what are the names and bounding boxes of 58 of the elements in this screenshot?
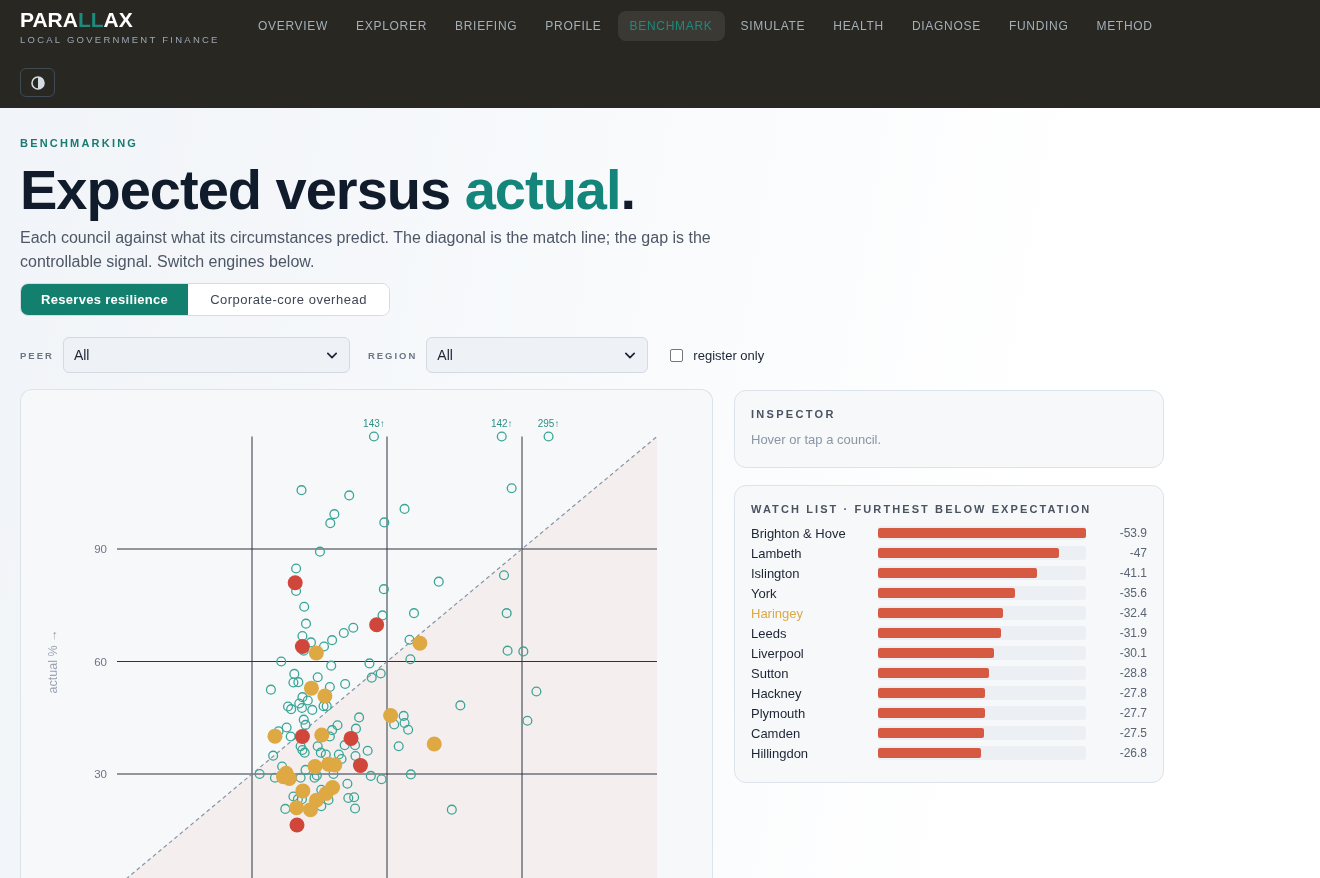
gap-value: -27.7	[1118, 706, 1147, 720]
council-name[interactable]: Camden	[751, 725, 878, 741]
council-name[interactable]: Hackney	[751, 685, 878, 701]
axis-tick-label: 30	[94, 768, 107, 780]
nav-tab[interactable]: EXPLORER	[344, 11, 440, 41]
section-label: BENCHMARKING	[20, 136, 140, 150]
theme-toggle-button[interactable]	[20, 68, 55, 97]
nav-tab[interactable]: HEALTH	[821, 11, 896, 41]
chevron-down-icon	[326, 351, 337, 359]
overflow-label: 143↑	[363, 417, 385, 429]
axis-tick-label: 60	[94, 655, 107, 668]
gap-value: -30.1	[1118, 646, 1147, 660]
nav-tab[interactable]: PROFILE	[533, 11, 614, 41]
council-name[interactable]: Lambeth	[751, 545, 878, 561]
logo: PARALLAX	[20, 9, 133, 31]
council-name[interactable]: York	[751, 585, 878, 601]
council-name[interactable]: Brighton & Hove	[751, 525, 878, 541]
overflow-label: 295↑	[537, 417, 560, 429]
nav-tab[interactable]: DIAGNOSE	[899, 11, 993, 41]
panel-title: INSPECTOR	[751, 407, 837, 421]
gap-value: -47	[1128, 546, 1147, 560]
gap-value: -53.9	[1118, 526, 1147, 540]
gap-value: -31.9	[1118, 626, 1147, 640]
overflow-label: 142↑	[490, 417, 513, 429]
contrast-icon	[30, 75, 45, 90]
panel-title: WATCH LIST · FURTHEST BELOW EXPECTATION	[751, 502, 1093, 516]
council-name[interactable]: Liverpool	[751, 645, 878, 661]
gap-value: -35.6	[1118, 586, 1147, 600]
page-title: Expected versus actual.	[20, 160, 637, 220]
gap-value: -28.8	[1118, 666, 1147, 680]
council-name[interactable]: Sutton	[751, 665, 878, 681]
engine-tab[interactable]: Reserves resilience	[21, 284, 189, 315]
gap-value: -26.8	[1118, 746, 1147, 760]
tagline: LOCAL GOVERNMENT FINANCE	[20, 34, 220, 46]
gap-value: -27.5	[1118, 726, 1147, 740]
axis-tick-label: 90	[94, 543, 107, 555]
checkbox[interactable]	[670, 348, 684, 362]
council-name[interactable]: Leeds	[751, 625, 878, 641]
hint-text: Hover or tap a council.	[751, 431, 883, 449]
filter-label: REGION	[367, 349, 418, 361]
nav-tab[interactable]: SIMULATE	[728, 11, 818, 41]
nav-tab[interactable]: METHOD	[1084, 11, 1165, 41]
chevron-down-icon	[625, 351, 636, 359]
nav-tab[interactable]: BRIEFING	[443, 11, 530, 41]
gap-value: -41.1	[1118, 566, 1147, 580]
checkbox-label[interactable]: register only	[693, 347, 765, 363]
council-name[interactable]: Islington	[751, 565, 878, 581]
intro-text: Each council against what its circumstances predict. The diagonal is the match line; the gap is the controllable signal. Switch engines below.	[20, 228, 712, 272]
nav-tab[interactable]: FUNDING	[996, 11, 1081, 41]
gap-value: -27.8	[1118, 686, 1147, 700]
gap-value: -32.4	[1118, 606, 1147, 620]
council-name[interactable]: Hillingdon	[751, 745, 878, 761]
axis-label: actual % →	[46, 629, 60, 694]
nav-tab[interactable]: OVERVIEW	[246, 11, 341, 41]
filter-label: PEER	[20, 349, 54, 361]
council-name[interactable]: Plymouth	[751, 705, 878, 721]
region-dropdown[interactable]: All	[426, 337, 649, 373]
peer-dropdown[interactable]: All	[62, 337, 350, 373]
